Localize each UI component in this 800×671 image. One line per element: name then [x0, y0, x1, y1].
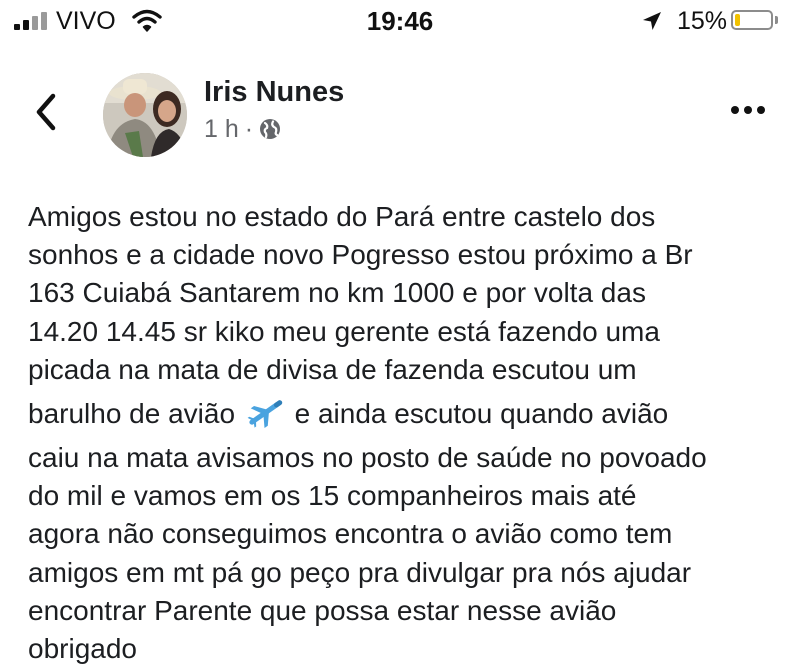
post-line: caiu na mata avisamos no posto de saúde …	[28, 442, 707, 474]
avatar-photo	[103, 73, 187, 157]
more-options-button[interactable]	[726, 96, 770, 124]
post-line: sonhos e a cidade novo Pogresso estou pr…	[28, 239, 693, 271]
post-line: 163 Cuiabá Santarem no km 1000 e por vol…	[28, 277, 646, 309]
location-arrow-icon	[643, 12, 661, 30]
meta-separator: ·	[244, 115, 254, 143]
post-time[interactable]: 1 h	[204, 114, 239, 144]
emoji-line-end: e ainda escutou quando avião	[294, 398, 669, 430]
battery-cap	[775, 16, 778, 24]
post-line: Amigos estou no estado do Pará entre cas…	[28, 201, 656, 232]
post-line-with-emoji: barulho de avião e ainda escutou quando …	[28, 389, 788, 439]
globe-icon[interactable]	[259, 118, 281, 140]
more-dots-icon	[731, 106, 765, 114]
post-text: Amigos estou no estado do Pará entre cas…	[28, 198, 788, 668]
avatar[interactable]	[103, 73, 187, 157]
author-name[interactable]: Iris Nunes	[204, 75, 344, 109]
post-line: obrigado	[28, 633, 137, 665]
battery-level-fill	[735, 14, 740, 26]
facebook-post-screen: VIVO 19:46 15% Iris Nunes 1 h · Amigos e…	[0, 0, 800, 671]
post-line: encontrar Parente que possa estar nesse …	[28, 594, 617, 626]
airplane-icon	[247, 400, 283, 429]
status-bar: VIVO 19:46 15%	[0, 0, 800, 46]
post-line: amigos em mt pá go peço pra divulgar pra…	[28, 556, 692, 588]
chevron-left-icon	[36, 93, 56, 131]
back-button[interactable]	[28, 90, 68, 134]
post-line: 14.20 14.45 sr kiko meu gerente está faz…	[28, 315, 660, 347]
post-meta: 1 h ·	[204, 114, 281, 144]
post-line: do mil e vamos em os 15 companheiros mai…	[28, 480, 637, 512]
battery-percentage: 15%	[677, 7, 728, 35]
post-line: agora não conseguimos encontra o avião c…	[28, 518, 673, 550]
battery-icon	[731, 10, 773, 30]
emoji-line-start: barulho de avião	[28, 398, 236, 430]
post-line: picada na mata de divisa de fazenda escu…	[28, 353, 637, 385]
